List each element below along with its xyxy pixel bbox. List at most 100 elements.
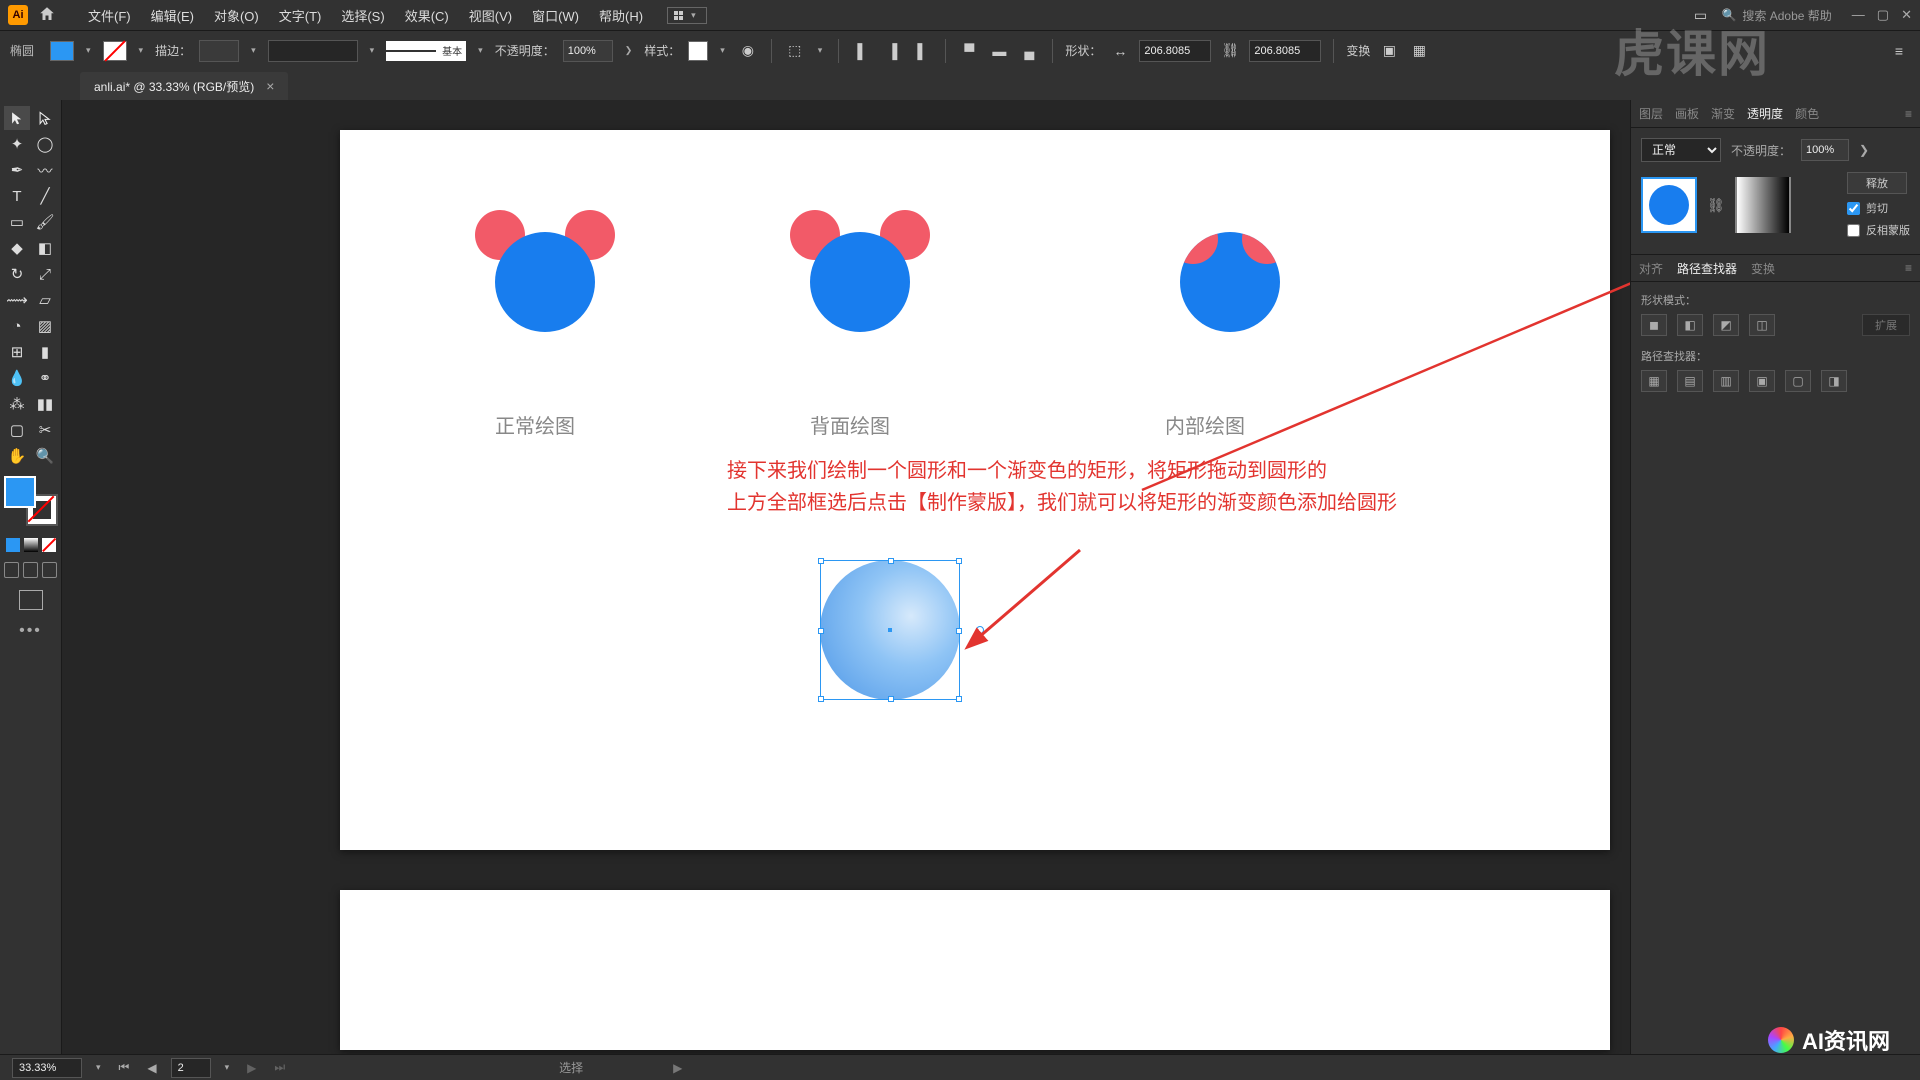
menu-window[interactable]: 窗口(W) (522, 6, 589, 25)
fill-stroke-indicator[interactable] (4, 476, 58, 526)
pen-tool[interactable]: ✒ (4, 158, 30, 182)
crop-icon[interactable]: ▣ (1749, 370, 1775, 392)
expand-button[interactable]: 扩展 (1862, 314, 1910, 336)
mesh-tool[interactable]: ⊞ (4, 340, 30, 364)
minimize-icon[interactable]: — (1852, 7, 1865, 23)
magic-wand-tool[interactable]: ✦ (4, 132, 30, 156)
tab-align[interactable]: 对齐 (1639, 260, 1663, 277)
color-mode-gradient[interactable] (24, 538, 38, 552)
last-artboard-icon[interactable]: ⏭ (270, 1060, 289, 1075)
free-transform-tool[interactable]: ▱ (32, 288, 58, 312)
zoom-input[interactable] (12, 1058, 82, 1078)
mask-source-thumb[interactable] (1641, 177, 1697, 233)
direct-selection-tool[interactable] (32, 106, 58, 130)
trim-icon[interactable]: ▤ (1677, 370, 1703, 392)
shaper-tool[interactable]: ◆ (4, 236, 30, 260)
selection-tool[interactable] (4, 106, 30, 130)
artboard-number-input[interactable] (171, 1058, 211, 1078)
height-input[interactable] (1249, 40, 1321, 62)
outline-icon[interactable]: ▢ (1785, 370, 1811, 392)
minus-front-icon[interactable]: ◧ (1677, 314, 1703, 336)
align-right-icon[interactable]: ▌ (911, 40, 933, 62)
fill-color-swatch[interactable] (50, 41, 74, 61)
close-icon[interactable]: ✕ (1901, 7, 1912, 23)
menu-view[interactable]: 视图(V) (459, 6, 522, 25)
more-options-icon[interactable]: ≡ (1888, 40, 1910, 62)
edit-toolbar-icon[interactable]: ••• (4, 622, 57, 640)
align-center-icon[interactable]: ▐ (881, 40, 903, 62)
unite-icon[interactable]: ◼ (1641, 314, 1667, 336)
tab-transform[interactable]: 变换 (1751, 260, 1775, 277)
color-mode-solid[interactable] (6, 538, 20, 552)
curvature-tool[interactable]: 〰 (32, 158, 58, 182)
shape-builder-tool[interactable]: ◔ (4, 314, 30, 338)
gradient-tool[interactable]: ▮ (32, 340, 58, 364)
prev-artboard-icon[interactable]: ◀ (143, 1061, 160, 1075)
menu-select[interactable]: 选择(S) (331, 6, 394, 25)
isolate-icon[interactable]: ▣ (1378, 40, 1400, 62)
pathfinder-menu-icon[interactable]: ≡ (1905, 261, 1912, 275)
artboard-tool[interactable]: ▢ (4, 418, 30, 442)
draw-inside-icon[interactable] (42, 562, 57, 578)
next-artboard-icon[interactable]: ▶ (243, 1061, 260, 1075)
minus-back-icon[interactable]: ◨ (1821, 370, 1847, 392)
menu-object[interactable]: 对象(O) (204, 6, 269, 25)
tab-pathfinder[interactable]: 路径查找器 (1677, 260, 1737, 277)
menu-file[interactable]: 文件(F) (78, 6, 141, 25)
perspective-tool[interactable]: ▨ (32, 314, 58, 338)
tab-gradient[interactable]: 渐变 (1711, 105, 1735, 122)
gradient-annotator-handle[interactable] (976, 626, 984, 634)
menu-effect[interactable]: 效果(C) (395, 6, 459, 25)
color-mode-none[interactable] (42, 538, 56, 552)
divide-icon[interactable]: ▦ (1641, 370, 1667, 392)
hand-tool[interactable]: ✋ (4, 444, 30, 468)
merge-icon[interactable]: ▥ (1713, 370, 1739, 392)
align-to-icon[interactable]: ⬚ (784, 40, 806, 62)
tab-artboards[interactable]: 画板 (1675, 105, 1699, 122)
scale-tool[interactable]: ⤢ (32, 262, 58, 286)
width-input[interactable] (1139, 40, 1211, 62)
column-graph-tool[interactable]: ▮▮ (32, 392, 58, 416)
clip-checkbox[interactable]: 剪切 (1847, 200, 1910, 216)
tab-layers[interactable]: 图层 (1639, 105, 1663, 122)
recolor-icon[interactable]: ◉ (737, 40, 759, 62)
link-dimensions-icon[interactable]: ⛓ (1219, 40, 1241, 62)
mask-opacity-thumb[interactable] (1735, 177, 1791, 233)
arrange-documents-icon[interactable]: ▾ (667, 7, 707, 24)
symbol-sprayer-tool[interactable]: ⁂ (4, 392, 30, 416)
blend-tool[interactable]: ⚭ (32, 366, 58, 390)
opacity-input[interactable] (563, 40, 613, 62)
panel-menu-icon[interactable]: ≡ (1905, 107, 1912, 121)
exclude-icon[interactable]: ◫ (1749, 314, 1775, 336)
type-tool[interactable]: T (4, 184, 30, 208)
invert-mask-checkbox[interactable]: 反相蒙版 (1847, 222, 1910, 238)
align-left-icon[interactable]: ▌ (851, 40, 873, 62)
status-play-icon[interactable]: ▶ (673, 1061, 682, 1075)
intersect-icon[interactable]: ◩ (1713, 314, 1739, 336)
align-top-icon[interactable]: ▀ (958, 40, 980, 62)
panel-opacity-input[interactable] (1801, 139, 1849, 161)
eyedropper-tool[interactable]: 💧 (4, 366, 30, 390)
menu-help[interactable]: 帮助(H) (589, 6, 653, 25)
variable-width-profile[interactable] (268, 40, 358, 62)
align-middle-icon[interactable]: ▬ (988, 40, 1010, 62)
canvas[interactable]: 正常绘图 背面绘图 内部绘图 接下来我们绘制一个圆形和一个渐变色的矩形，将矩形拖… (62, 100, 1630, 1058)
graphic-style-swatch[interactable] (688, 41, 708, 61)
zoom-tool[interactable]: 🔍 (32, 444, 58, 468)
tab-transparency[interactable]: 透明度 (1747, 105, 1783, 122)
edit-icon[interactable]: ▦ (1408, 40, 1430, 62)
menu-type[interactable]: 文字(T) (269, 6, 332, 25)
blend-mode-select[interactable]: 正常 (1641, 138, 1721, 162)
eraser-tool[interactable]: ◧ (32, 236, 58, 260)
transform-label[interactable]: 变换 (1346, 42, 1370, 59)
draw-behind-icon[interactable] (23, 562, 38, 578)
first-artboard-icon[interactable]: ⏮ (115, 1060, 134, 1075)
stroke-weight-input[interactable] (199, 40, 239, 62)
maximize-icon[interactable]: ▢ (1877, 7, 1889, 23)
slice-tool[interactable]: ✂ (32, 418, 58, 442)
width-tool[interactable]: ⟿ (4, 288, 30, 312)
draw-normal-icon[interactable] (4, 562, 19, 578)
menu-edit[interactable]: 编辑(E) (141, 6, 204, 25)
tab-color[interactable]: 颜色 (1795, 105, 1819, 122)
brush-definition[interactable]: 基本 (386, 41, 466, 61)
